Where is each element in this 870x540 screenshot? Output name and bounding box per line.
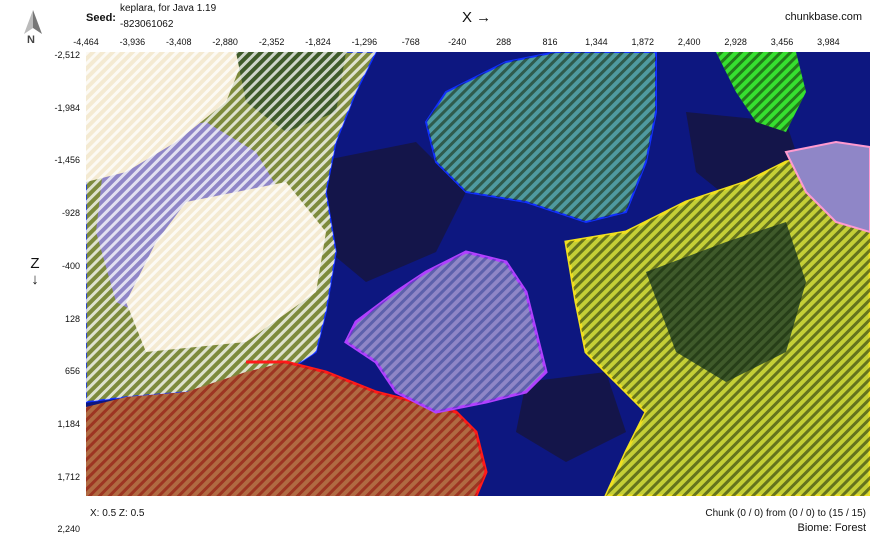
- x-tick-label: -3,936: [119, 37, 146, 47]
- x-tick-label: -3,408: [166, 37, 192, 47]
- x-tick-label: -768: [401, 37, 420, 47]
- z-tick-label: 128: [64, 313, 80, 324]
- cursor-coordinates: X: 0.5 Z: 0.5: [90, 508, 145, 519]
- seed-label: Seed:: [86, 12, 116, 24]
- x-tick-label: -2,352: [258, 37, 285, 47]
- z-tick-label: -2,512: [54, 50, 80, 60]
- chunk-info: Chunk (0 / 0) from (0 / 0) to (15 / 15): [705, 508, 866, 519]
- x-tick-label: 288: [496, 37, 512, 47]
- seed-value: -823061062: [120, 19, 174, 30]
- x-tick-label: -2,880: [212, 37, 238, 47]
- x-tick-label: -240: [448, 37, 467, 47]
- z-tick-label: -1,456: [54, 155, 80, 166]
- x-tick-label: 816: [542, 37, 558, 47]
- z-tick-label: -928: [61, 208, 80, 219]
- compass-north-label: N: [27, 34, 35, 46]
- z-tick-label: 656: [64, 366, 80, 377]
- biome-info: Biome: Forest: [797, 522, 866, 534]
- x-tick-label: -1,296: [351, 37, 378, 47]
- z-tick-label: -400: [61, 260, 80, 271]
- x-tick-label: 3,456: [770, 37, 794, 47]
- seed-name: keplara, for Java 1.19: [120, 3, 217, 14]
- biome-map-canvas[interactable]: [86, 52, 870, 496]
- z-tick-label: -1,984: [54, 102, 80, 113]
- x-tick-label: -1,824: [305, 37, 331, 47]
- x-tick-label: 2,400: [677, 37, 701, 47]
- x-tick-label: 1,872: [631, 37, 655, 47]
- x-tick-label: 1,344: [585, 37, 608, 47]
- brand-link[interactable]: chunkbase.com: [785, 11, 862, 23]
- z-tick-label: 1,712: [57, 471, 80, 482]
- x-tick-label: -4,464: [73, 37, 99, 47]
- x-tick-label: 3,984: [817, 37, 840, 47]
- z-tick-label: 2,240: [57, 524, 80, 535]
- x-tick-label: 2,928: [724, 37, 747, 47]
- z-tick-label: 1,184: [57, 418, 80, 429]
- z-axis-arrow-icon: ↓: [31, 271, 39, 288]
- x-axis-label: X →: [462, 9, 492, 26]
- biome-map[interactable]: [86, 52, 870, 496]
